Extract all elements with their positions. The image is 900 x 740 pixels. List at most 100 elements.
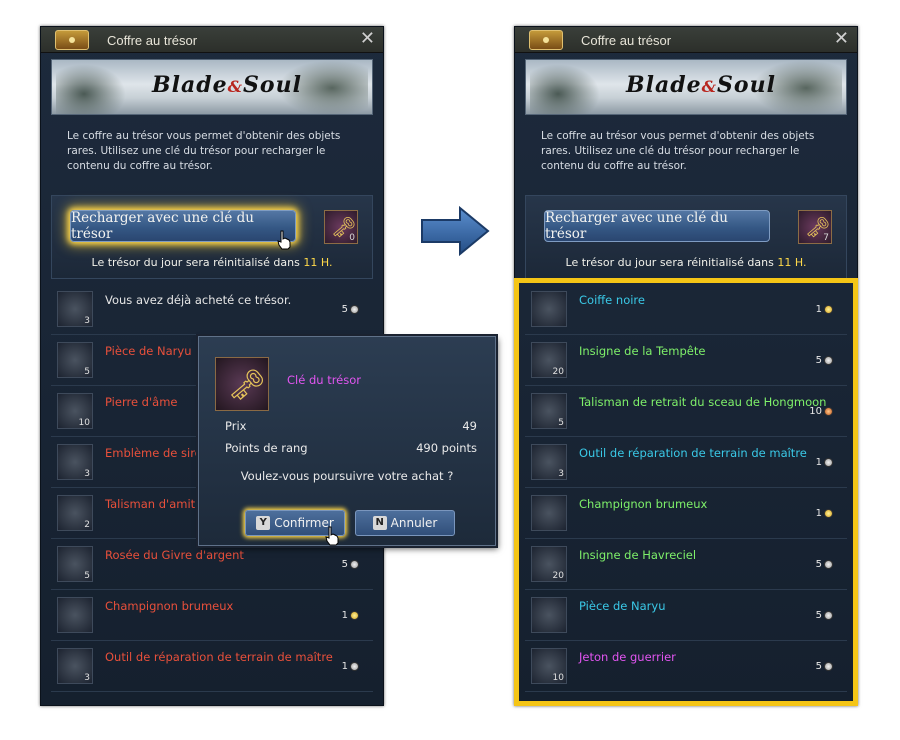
silver-coin-icon: [350, 560, 359, 569]
blade-and-soul-logo: Blade&Soul: [626, 72, 776, 98]
item-name: Talisman d'amitié: [105, 497, 206, 511]
window-title: Coffre au trésor: [107, 33, 198, 48]
reload-section: Recharger avec une clé du trésor 🗝 7 Le …: [525, 195, 847, 279]
item-name: Insigne de Havreciel: [579, 548, 697, 562]
reload-with-key-button[interactable]: Recharger avec une clé du trésor: [70, 210, 296, 242]
treasure-key-item-icon: 🗝: [215, 357, 269, 411]
silver-coin-icon: [824, 560, 833, 569]
price-row: Prix 49: [225, 419, 477, 433]
silver-coin-icon: [350, 662, 359, 671]
item-price: 1: [816, 457, 833, 468]
list-item[interactable]: 20 Insigne de Havreciel 5: [525, 540, 847, 590]
arrow-right-icon: [421, 206, 490, 256]
item-icon: 2: [57, 495, 93, 531]
item-icon: 10: [531, 648, 567, 684]
list-item[interactable]: Champignon brumeux 1: [525, 489, 847, 539]
item-name: Vous avez déjà acheté ce trésor.: [105, 293, 292, 307]
item-price: 1: [816, 508, 833, 519]
item-icon: [531, 495, 567, 531]
item-price: 10: [809, 406, 833, 417]
copper-coin-icon: [824, 407, 833, 416]
treasure-key-slot[interactable]: 🗝 0: [324, 210, 358, 244]
item-icon: 3: [57, 444, 93, 480]
gold-coin-icon: [350, 611, 359, 620]
item-icon: [531, 597, 567, 633]
item-name: Rosée du Givre d'argent: [105, 548, 244, 562]
treasure-chest-window-after: Coffre au trésor ✕ Blade&Soul Le coffre …: [514, 26, 858, 706]
item-price: 5: [342, 304, 359, 315]
cancel-button[interactable]: N Annuler: [355, 510, 455, 536]
purchase-confirm-dialog: 🗝 Clé du trésor Prix 49 Points de rang 490…: [198, 336, 496, 546]
item-name: Pierre d'âme: [105, 395, 178, 409]
reset-timer-text: Le trésor du jour sera réinitialisé dans…: [565, 256, 807, 269]
hand-cursor-icon: [325, 526, 339, 546]
game-banner: Blade&Soul: [51, 59, 373, 115]
key-quantity: 7: [823, 233, 829, 243]
treasure-chest-icon: [529, 30, 563, 50]
hand-cursor-icon: [277, 230, 291, 250]
list-item[interactable]: Pièce de Naryu 5: [525, 591, 847, 641]
item-icon: 3: [531, 444, 567, 480]
item-name: Coiffe noire: [579, 293, 645, 307]
list-item[interactable]: 20 Insigne de la Tempête 5: [525, 336, 847, 386]
item-price: 1: [342, 610, 359, 621]
close-icon[interactable]: ✕: [834, 30, 849, 48]
item-name: Talisman de retrait du sceau de Hongmoon: [579, 395, 827, 409]
reload-with-key-button[interactable]: Recharger avec une clé du trésor: [544, 210, 770, 242]
silver-coin-icon: [824, 356, 833, 365]
item-icon: 20: [531, 546, 567, 582]
game-banner: Blade&Soul: [525, 59, 847, 115]
description-text: Le coffre au trésor vous permet d'obteni…: [67, 130, 341, 172]
item-name: Insigne de la Tempête: [579, 344, 706, 358]
treasure-item-list: Coiffe noire 1 20 Insigne de la Tempête …: [525, 285, 847, 695]
blade-and-soul-logo: Blade&Soul: [152, 72, 302, 98]
list-item[interactable]: 3 Outil de réparation de terrain de maît…: [525, 438, 847, 488]
item-icon: 5: [531, 393, 567, 429]
item-price: 5: [816, 610, 833, 621]
list-item[interactable]: 5 Talisman de retrait du sceau de Hongmo…: [525, 387, 847, 437]
list-item[interactable]: 3 Outil de réparation de terrain de maît…: [51, 642, 373, 692]
list-item[interactable]: 5 Rosée du Givre d'argent 5: [51, 540, 373, 590]
silver-coin-icon: [824, 611, 833, 620]
item-price: 5: [816, 355, 833, 366]
key-quantity: 0: [349, 233, 355, 243]
item-name: Outil de réparation de terrain de maître: [579, 446, 807, 460]
reload-section: Recharger avec une clé du trésor 🗝 0 Le …: [51, 195, 373, 279]
hotkey-n-icon: N: [372, 516, 387, 530]
item-price: 1: [342, 661, 359, 672]
item-price: 5: [342, 559, 359, 570]
window-titlebar[interactable]: Coffre au trésor ✕: [515, 27, 857, 53]
item-name: Champignon brumeux: [579, 497, 708, 511]
reset-timer-text: Le trésor du jour sera réinitialisé dans…: [91, 256, 333, 269]
item-price: 5: [816, 661, 833, 672]
gold-coin-icon: [824, 305, 833, 314]
window-titlebar[interactable]: Coffre au trésor ✕: [41, 27, 383, 53]
item-icon: 5: [57, 546, 93, 582]
treasure-chest-icon: [55, 30, 89, 50]
item-name: Emblème de sirè: [105, 446, 202, 460]
treasure-key-slot[interactable]: 🗝 7: [798, 210, 832, 244]
description-text: Le coffre au trésor vous permet d'obteni…: [541, 130, 815, 172]
hotkey-y-icon: Y: [256, 516, 271, 530]
silver-coin-icon: [350, 305, 359, 314]
list-item[interactable]: 3 Vous avez déjà acheté ce trésor. 5: [51, 285, 373, 335]
item-name: Pièce de Naryu: [579, 599, 666, 613]
item-name: Jeton de guerrier: [579, 650, 676, 664]
dialog-item-name: Clé du trésor: [287, 373, 362, 387]
gold-coin-icon: [824, 509, 833, 518]
item-icon: 3: [57, 291, 93, 327]
silver-coin-icon: [824, 662, 833, 671]
item-icon: 5: [57, 342, 93, 378]
item-name: Pièce de Naryu: [105, 344, 192, 358]
item-price: 5: [816, 559, 833, 570]
list-item[interactable]: Champignon brumeux 1: [51, 591, 373, 641]
list-item[interactable]: Coiffe noire 1: [525, 285, 847, 335]
item-icon: [57, 597, 93, 633]
item-icon: 3: [57, 648, 93, 684]
close-icon[interactable]: ✕: [360, 30, 375, 48]
item-name: Outil de réparation de terrain de maître: [105, 650, 333, 664]
rank-points-row: Points de rang 490 points: [225, 441, 477, 455]
window-title: Coffre au trésor: [581, 33, 672, 48]
item-price: 1: [816, 304, 833, 315]
list-item[interactable]: 10 Jeton de guerrier 5: [525, 642, 847, 692]
